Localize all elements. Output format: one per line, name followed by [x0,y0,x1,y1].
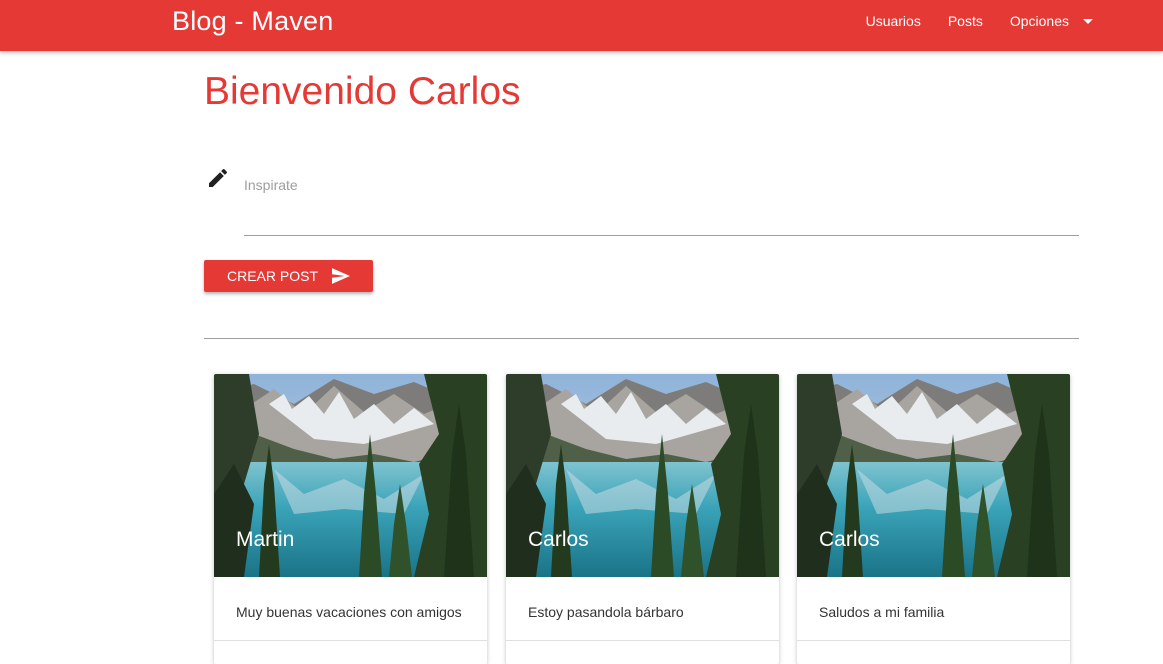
post-input-field [244,170,1079,236]
post-card-author: Martin [236,528,295,551]
post-card: Carlos Saludos a mi familia [797,374,1070,664]
nav-link-usuarios[interactable]: Usuarios [866,13,921,29]
nav-dropdown-opciones[interactable]: Opciones [1010,13,1093,29]
post-card-content: Muy buenas vacaciones con amigos [214,577,487,641]
send-icon [332,268,350,284]
post-card: Carlos Estoy pasandola bárbaro [506,374,779,664]
post-card-author: Carlos [528,528,589,551]
caret-down-icon [1083,18,1093,24]
post-card-text: Estoy pasandola bárbaro [528,604,684,620]
nav-dropdown-label: Opciones [1009,13,1069,29]
brand-logo[interactable]: Blog - Maven [172,6,333,37]
create-post-button[interactable]: CREAR POST [204,260,373,292]
post-card-image: Carlos [797,374,1070,577]
divider [204,338,1079,339]
post-card-image: Martin [214,374,487,577]
post-card-text: Muy buenas vacaciones con amigos [236,604,462,620]
welcome-heading: Bienvenido Carlos [204,70,521,113]
post-card-content: Estoy pasandola bárbaro [506,577,779,641]
post-card-image: Carlos [506,374,779,577]
nav-link-posts[interactable]: Posts [948,13,983,29]
pencil-icon [206,166,230,190]
navbar: Blog - Maven Usuarios Posts Opciones [0,0,1163,51]
post-card: Martin Muy buenas vacaciones con amigos [214,374,487,664]
post-card-text: Saludos a mi familia [819,604,945,620]
post-card-content: Saludos a mi familia [797,577,1070,641]
post-card-author: Carlos [819,528,880,551]
nav-links: Usuarios Posts Opciones [839,0,1093,42]
create-post-label: CREAR POST [226,268,318,284]
post-input[interactable] [244,170,1079,200]
